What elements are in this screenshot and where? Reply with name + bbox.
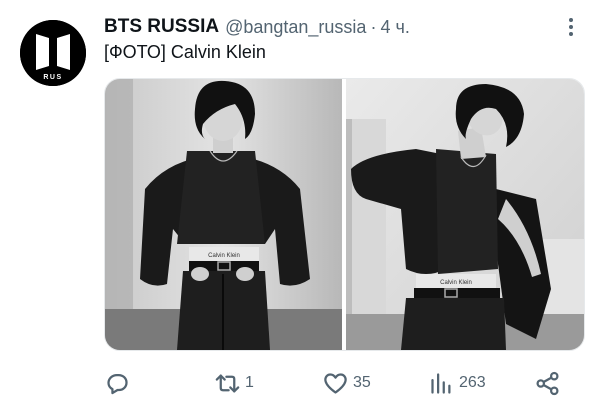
retweet-count: 1	[245, 374, 254, 391]
author-name[interactable]: BTS RUSSIA	[104, 16, 219, 38]
tweet-card[interactable]: RUS BTS RUSSIA @bangtan_russia · 4 ч. [Ф…	[0, 0, 604, 414]
views-count: 263	[459, 374, 486, 391]
author-handle[interactable]: @bangtan_russia	[225, 17, 366, 38]
tweet-header: BTS RUSSIA @bangtan_russia · 4 ч.	[104, 14, 574, 40]
action-bar: 1 35 263	[104, 365, 574, 401]
media-grid: Calvin Klein Calvin Klein	[104, 78, 585, 351]
tweet-text: [ФОТО] Calvin Klein	[104, 42, 266, 62]
views-button[interactable]: 263	[428, 365, 486, 401]
timestamp[interactable]: 4 ч.	[380, 17, 409, 38]
avatar-text: RUS	[43, 74, 62, 81]
like-button[interactable]: 35	[322, 365, 371, 401]
separator-dot: ·	[370, 16, 377, 37]
photo-1[interactable]: Calvin Klein	[105, 79, 342, 350]
share-button[interactable]	[534, 365, 561, 401]
waistband-label-2: Calvin Klein	[440, 280, 472, 286]
like-count: 35	[353, 374, 371, 391]
heart-icon	[324, 372, 347, 394]
reply-icon	[107, 373, 128, 394]
retweet-button[interactable]: 1	[214, 365, 254, 401]
share-icon	[536, 371, 559, 395]
reply-button[interactable]	[104, 365, 135, 401]
more-vertical-icon	[569, 18, 573, 36]
retweet-icon	[215, 374, 240, 392]
more-options-button[interactable]	[558, 14, 584, 40]
avatar[interactable]: RUS	[20, 20, 86, 86]
views-icon	[431, 372, 451, 394]
photo-2[interactable]: Calvin Klein	[346, 79, 584, 350]
bts-logo-icon: RUS	[20, 20, 86, 86]
waistband-label: Calvin Klein	[208, 253, 240, 259]
